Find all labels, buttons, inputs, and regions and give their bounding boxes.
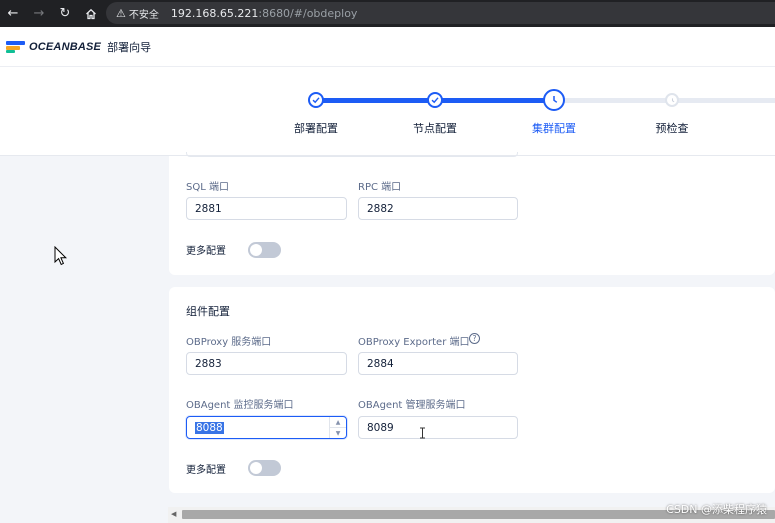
step-2-check-icon bbox=[427, 92, 443, 108]
step-3-label[interactable]: 集群配置 bbox=[532, 120, 576, 136]
obproxy-exporter-label: OBProxy Exporter 端口 bbox=[358, 337, 470, 348]
step-1-label[interactable]: 部署配置 bbox=[294, 120, 338, 136]
rpc-port-input[interactable]: 2882 bbox=[358, 197, 518, 220]
sql-port-value: 2881 bbox=[195, 202, 222, 215]
logo-text: OCEANBASE bbox=[29, 40, 102, 53]
warning-icon: ⚠ bbox=[116, 6, 126, 20]
sql-port-input[interactable]: 2881 bbox=[186, 197, 347, 220]
sql-port-label: SQL 端口 bbox=[186, 182, 229, 193]
security-label: 不安全 bbox=[128, 9, 159, 21]
url-host: 192.168.65.221 bbox=[170, 6, 259, 20]
oceanbase-logo-icon bbox=[6, 40, 25, 53]
stepper-up-icon[interactable]: ▲ bbox=[330, 417, 346, 428]
watermark: CSDN @添柴程序猿 bbox=[666, 503, 767, 516]
obagent-monitor-value: 8088 bbox=[195, 421, 224, 434]
app-header: OCEANBASE 部署向导 bbox=[0, 27, 775, 67]
obproxy-port-input[interactable]: 2883 bbox=[186, 352, 347, 375]
rpc-port-label: RPC 端口 bbox=[358, 182, 402, 193]
steps-bar bbox=[0, 67, 775, 156]
cluster-more-config-toggle[interactable] bbox=[248, 242, 281, 258]
step-2-label[interactable]: 节点配置 bbox=[413, 120, 457, 136]
scroll-left-icon[interactable]: ◀ bbox=[171, 510, 176, 518]
url-text[interactable]: 192.168.65.221:8680/#/obdeploy bbox=[171, 7, 358, 20]
obproxy-exporter-input[interactable]: 2884 bbox=[358, 352, 518, 375]
obproxy-port-label: OBProxy 服务端口 bbox=[186, 337, 272, 348]
step-3-clock-icon bbox=[543, 89, 565, 111]
obagent-manage-value: 8089 bbox=[367, 421, 394, 434]
component-more-config-toggle[interactable] bbox=[248, 460, 281, 476]
browser-toolbar: ← → ↻ ⚠ 不安全 192.168.65.221:8680/#/obdepl… bbox=[0, 0, 775, 27]
url-path: :8680/#/obdeploy bbox=[258, 6, 358, 20]
number-stepper: ▲ ▼ bbox=[329, 417, 346, 438]
cluster-more-config-label: 更多配置 bbox=[186, 246, 226, 257]
component-section-title: 组件配置 bbox=[186, 305, 230, 318]
stepper-down-icon[interactable]: ▼ bbox=[330, 428, 346, 438]
step-4-clock-icon bbox=[665, 93, 679, 107]
reload-icon[interactable]: ↻ bbox=[52, 0, 78, 27]
forward-icon[interactable]: → bbox=[26, 0, 52, 27]
step-1-check-icon bbox=[308, 92, 324, 108]
text-cursor-icon bbox=[420, 427, 425, 439]
address-bar[interactable]: ⚠ 不安全 192.168.65.221:8680/#/obdeploy bbox=[106, 2, 775, 24]
obproxy-exporter-value: 2884 bbox=[367, 357, 394, 370]
component-more-config-label: 更多配置 bbox=[186, 465, 226, 476]
rpc-port-value: 2882 bbox=[367, 202, 394, 215]
mouse-pointer-icon bbox=[54, 246, 68, 266]
security-badge[interactable]: ⚠ 不安全 bbox=[114, 4, 165, 22]
obagent-manage-label: OBAgent 管理服务端口 bbox=[358, 400, 466, 411]
obagent-monitor-label: OBAgent 监控服务端口 bbox=[186, 400, 294, 411]
obproxy-port-value: 2883 bbox=[195, 357, 222, 370]
clipped-input-edge bbox=[186, 152, 518, 157]
back-icon[interactable]: ← bbox=[0, 0, 26, 27]
obagent-monitor-input[interactable]: 8088 ▲ ▼ bbox=[186, 416, 347, 439]
home-icon[interactable] bbox=[78, 0, 104, 27]
step-4-label[interactable]: 预检查 bbox=[656, 120, 689, 136]
obagent-manage-input[interactable]: 8089 bbox=[358, 416, 518, 439]
app-name: 部署向导 bbox=[107, 40, 152, 54]
question-circle-icon[interactable]: ? bbox=[469, 333, 480, 344]
